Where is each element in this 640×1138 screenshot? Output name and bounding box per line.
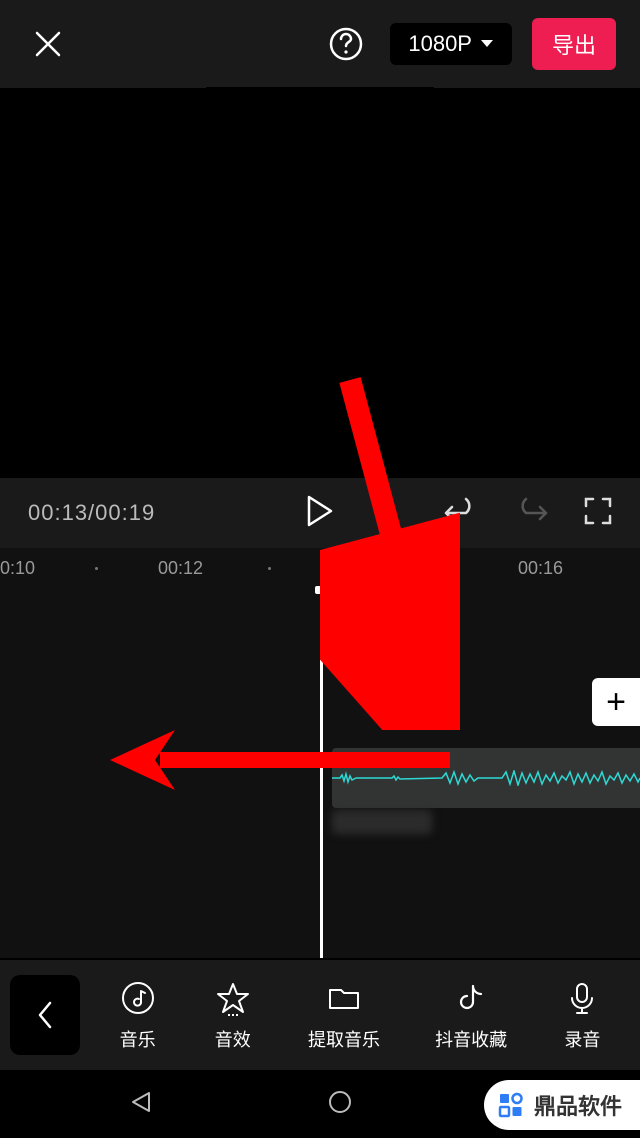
- tool-label: 提取音乐: [308, 1026, 380, 1052]
- tool-record[interactable]: 录音: [562, 978, 602, 1052]
- audio-track[interactable]: [332, 748, 640, 808]
- tool-douyin[interactable]: 抖音收藏: [435, 978, 507, 1052]
- audio-clip-label: [332, 810, 432, 834]
- tool-label: 录音: [564, 1026, 600, 1052]
- fullscreen-button[interactable]: [584, 497, 612, 530]
- ruler-dot: [95, 567, 98, 570]
- fullscreen-icon: [584, 497, 612, 525]
- play-icon: [306, 495, 334, 527]
- ruler-tick: 00:16: [518, 558, 563, 579]
- toolbar-back-button[interactable]: [10, 975, 80, 1055]
- timeline-ruler[interactable]: 0:10 00:12 00:14 00:16: [0, 548, 640, 588]
- douyin-icon: [453, 980, 489, 1016]
- triangle-back-icon: [127, 1089, 153, 1115]
- system-navbar: 鼎品软件: [0, 1070, 640, 1138]
- timeline[interactable]: +: [0, 588, 640, 958]
- tool-label: 音效: [215, 1026, 251, 1052]
- ruler-dot: [448, 567, 451, 570]
- redo-icon: [514, 497, 548, 525]
- redo-button[interactable]: [514, 497, 548, 530]
- video-preview[interactable]: [0, 88, 640, 478]
- export-button[interactable]: 导出: [532, 18, 616, 70]
- top-bar: 1080P 导出: [0, 0, 640, 88]
- export-label: 导出: [552, 33, 596, 58]
- chevron-left-icon: [36, 1000, 54, 1030]
- star-icon: [215, 980, 251, 1016]
- close-button[interactable]: [24, 20, 72, 68]
- watermark-text: 鼎品软件: [534, 1089, 622, 1121]
- playhead[interactable]: [320, 588, 323, 958]
- music-icon: [120, 980, 156, 1016]
- close-icon: [33, 29, 63, 59]
- ruler-tick: 00:14: [338, 558, 383, 579]
- resolution-selector[interactable]: 1080P: [390, 23, 512, 65]
- tool-label: 音乐: [120, 1026, 156, 1052]
- circle-home-icon: [327, 1089, 353, 1115]
- watermark-logo-icon: [496, 1090, 526, 1120]
- undo-icon: [444, 497, 478, 525]
- add-clip-button[interactable]: +: [592, 678, 640, 726]
- tool-sfx[interactable]: 音效: [213, 978, 253, 1052]
- chevron-down-icon: [480, 39, 494, 49]
- folder-icon: [326, 980, 362, 1016]
- video-canvas: [206, 87, 434, 480]
- nav-home-button[interactable]: [327, 1089, 353, 1120]
- tool-label: 抖音收藏: [435, 1026, 507, 1052]
- bottom-toolbar: 音乐 音效 提取音乐 抖音收藏 录音: [0, 960, 640, 1070]
- tool-music[interactable]: 音乐: [118, 978, 158, 1052]
- resolution-label: 1080P: [408, 31, 472, 57]
- ruler-dot: [268, 567, 271, 570]
- mic-icon: [564, 980, 600, 1016]
- nav-back-button[interactable]: [127, 1089, 153, 1120]
- watermark-badge: 鼎品软件: [484, 1080, 640, 1130]
- help-button[interactable]: [322, 20, 370, 68]
- tool-extract[interactable]: 提取音乐: [308, 978, 380, 1052]
- time-display: 00:13/00:19: [28, 500, 155, 526]
- play-button[interactable]: [306, 495, 334, 532]
- playback-bar: 00:13/00:19: [0, 478, 640, 548]
- plus-icon: +: [606, 683, 626, 722]
- ruler-tick: 0:10: [0, 558, 35, 579]
- undo-button[interactable]: [444, 497, 478, 530]
- audio-waveform: [332, 770, 640, 786]
- ruler-tick: 00:12: [158, 558, 203, 579]
- help-icon: [328, 26, 364, 62]
